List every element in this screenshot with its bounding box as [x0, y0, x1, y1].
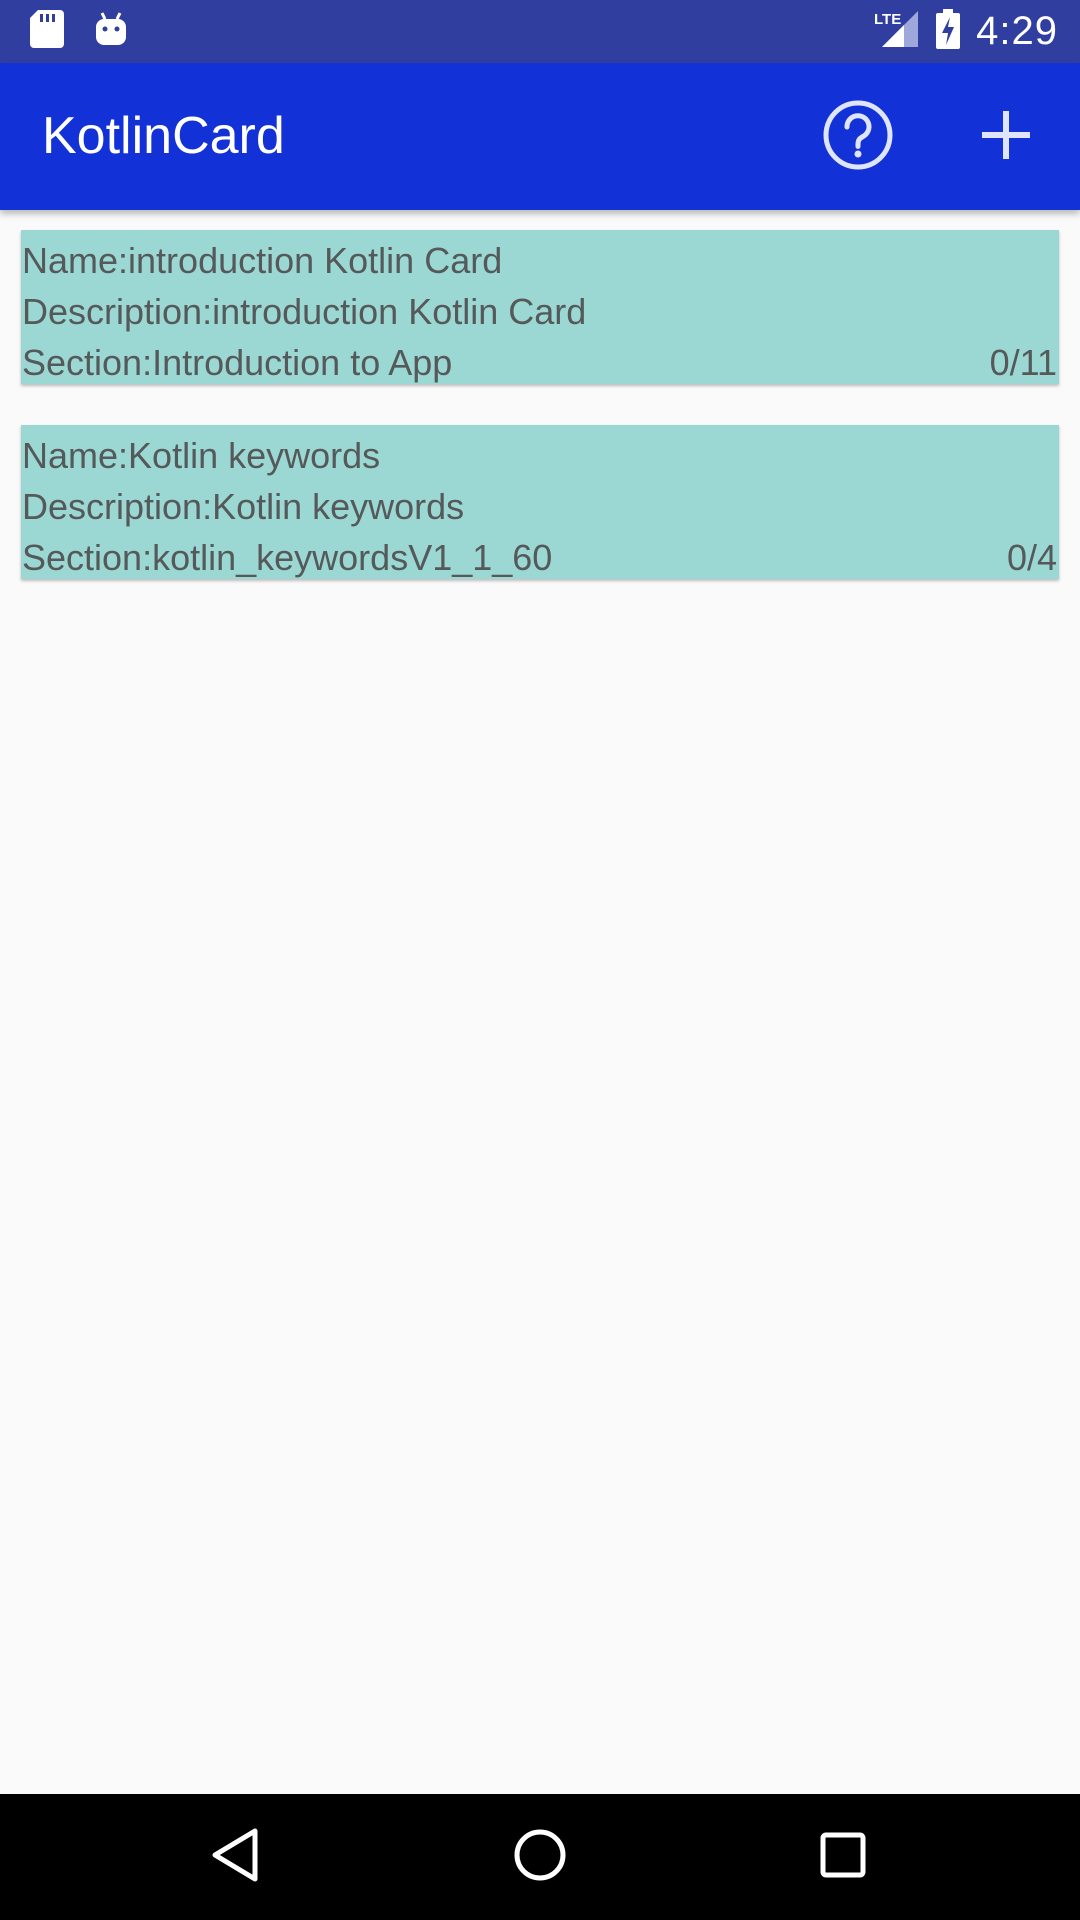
network-type-label: LTE	[874, 11, 901, 28]
sd-card-icon	[30, 10, 64, 53]
card-name: Name:Kotlin keywords	[22, 435, 381, 476]
card-name: Name:introduction Kotlin Card	[22, 240, 503, 281]
help-button[interactable]	[820, 99, 896, 175]
app-title: KotlinCard	[42, 107, 285, 165]
signal-icon: LTE	[874, 9, 920, 54]
status-time: 4:29	[976, 9, 1058, 53]
screen: LTE 4:29 KotlinCard Name:introduction Ko…	[0, 0, 1080, 1920]
back-button[interactable]	[200, 1822, 270, 1892]
card-description: Description:Kotlin keywords	[22, 486, 465, 527]
help-icon	[822, 99, 894, 176]
add-button[interactable]	[968, 99, 1044, 175]
android-debug-icon	[94, 11, 128, 52]
card-item[interactable]: Name:introduction Kotlin Card Descriptio…	[21, 230, 1059, 384]
status-bar: LTE 4:29	[0, 0, 1080, 63]
card-progress: 0/11	[989, 342, 1057, 383]
card-section: Section:Introduction to App	[22, 342, 453, 383]
recents-button[interactable]	[808, 1822, 878, 1892]
recents-icon	[818, 1830, 868, 1885]
home-icon	[512, 1827, 568, 1888]
back-icon	[209, 1827, 261, 1888]
battery-charging-icon	[936, 9, 961, 54]
app-bar: KotlinCard	[0, 63, 1080, 210]
card-item[interactable]: Name:Kotlin keywords Description:Kotlin …	[21, 425, 1059, 579]
card-progress: 0/4	[1006, 537, 1057, 578]
card-description: Description:introduction Kotlin Card	[22, 291, 587, 332]
add-icon	[978, 107, 1034, 168]
home-button[interactable]	[505, 1822, 575, 1892]
card-section: Section:kotlin_keywordsV1_1_60	[22, 537, 553, 578]
navigation-bar	[0, 1794, 1080, 1920]
